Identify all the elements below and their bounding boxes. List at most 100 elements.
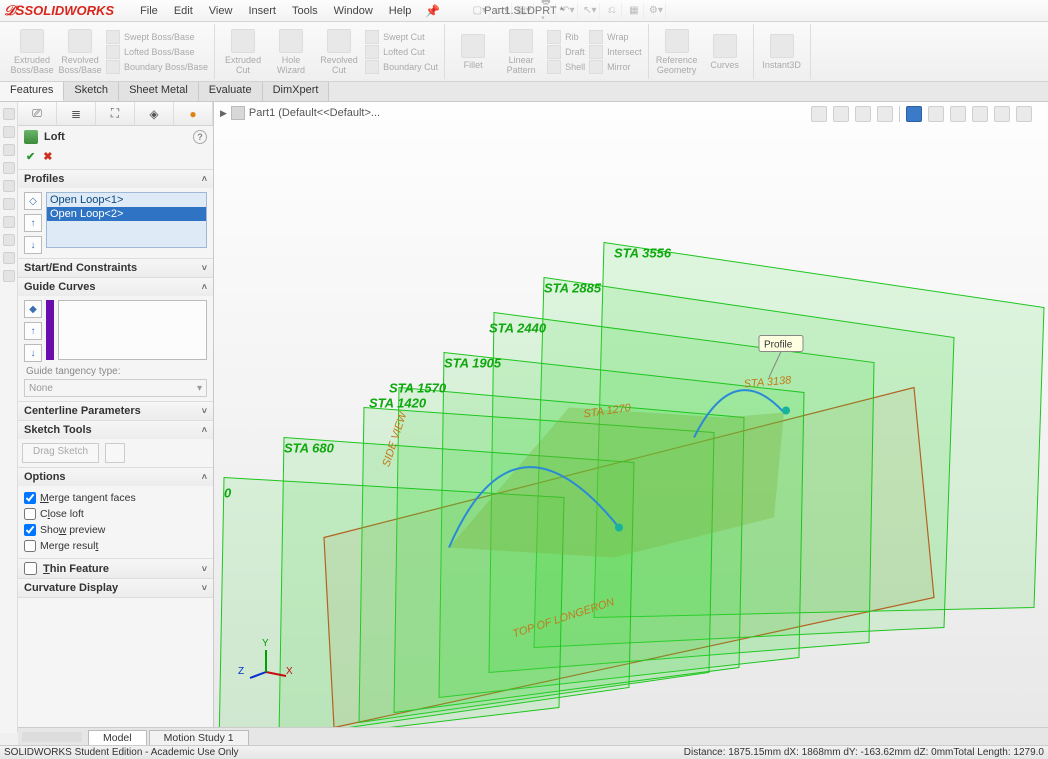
cmd-instant3d[interactable]: Instant3D <box>760 26 804 77</box>
profile-move-down-button[interactable]: ↓ <box>24 236 42 254</box>
guide-move-up-button[interactable]: ↑ <box>24 322 42 340</box>
graphics-viewport[interactable]: ▶ Part1 (Default<<Default>... <box>214 102 1048 733</box>
cancel-button[interactable]: ✖ <box>43 150 52 163</box>
guide-tangency-select[interactable]: None▾ <box>24 379 207 397</box>
cmd-boundary-boss[interactable]: Boundary Boss/Base <box>106 60 208 74</box>
options-header[interactable]: Options˄ <box>18 468 213 486</box>
cmd-lofted-boss[interactable]: Lofted Boss/Base <box>106 45 208 59</box>
qat-rebuild-icon[interactable]: ⎌ <box>602 3 622 19</box>
cmd-reference-geometry[interactable]: Reference Geometry <box>655 26 699 77</box>
rail-icon[interactable] <box>3 234 15 246</box>
profile-move-up-button[interactable]: ↑ <box>24 214 42 232</box>
loft-icon <box>24 130 38 144</box>
cmd-draft[interactable]: Draft <box>547 45 585 59</box>
cmd-mirror[interactable]: Mirror <box>589 60 642 74</box>
qat-undo-icon[interactable]: ↶▾ <box>558 3 578 19</box>
menu-insert[interactable]: Insert <box>240 3 284 19</box>
mgr-tab-config-icon[interactable]: ⛶ <box>96 102 135 125</box>
menu-help[interactable]: Help <box>381 3 420 19</box>
menu-tools[interactable]: Tools <box>284 3 326 19</box>
profile-handle[interactable] <box>782 407 790 415</box>
cmd-revolved-boss[interactable]: Revolved Boss/Base <box>58 26 102 77</box>
tab-dimxpert[interactable]: DimXpert <box>263 82 330 101</box>
opt-merge-tangent[interactable]: Merge tangent faces <box>24 490 207 506</box>
cmd-linear-pattern[interactable]: Linear Pattern <box>499 26 543 77</box>
centerline-header[interactable]: Centerline Parameters˅ <box>18 402 213 420</box>
mgr-tab-property-icon[interactable]: ≣ <box>57 102 96 125</box>
profile-item[interactable]: Open Loop<1> <box>47 193 206 207</box>
cmd-boundary-cut[interactable]: Boundary Cut <box>365 60 438 74</box>
qat-save-icon[interactable]: ▤▾ <box>514 3 534 19</box>
opt-close-loft[interactable]: Close loft <box>24 506 207 522</box>
ok-button[interactable]: ✔ <box>26 150 35 163</box>
cmd-curves[interactable]: Curves <box>703 26 747 77</box>
profiles-header[interactable]: Profiles˄ <box>18 170 213 188</box>
qat-select-icon[interactable]: ↖▾ <box>580 3 600 19</box>
cmd-intersect[interactable]: Intersect <box>589 45 642 59</box>
rail-icon[interactable] <box>3 198 15 210</box>
drag-sketch-button[interactable]: Drag Sketch <box>22 443 99 463</box>
menu-edit[interactable]: Edit <box>166 3 201 19</box>
rail-icon[interactable] <box>3 144 15 156</box>
station-label: STA 1420 <box>369 396 427 411</box>
guide-move-down-button[interactable]: ↓ <box>24 344 42 362</box>
guide-color-strip <box>46 300 54 360</box>
qat-print-icon[interactable]: 🖶▾ <box>536 3 556 19</box>
tab-sketch[interactable]: Sketch <box>64 82 119 101</box>
tab-sheet-metal[interactable]: Sheet Metal <box>119 82 199 101</box>
cmd-shell[interactable]: Shell <box>547 60 585 74</box>
rail-icon[interactable] <box>3 126 15 138</box>
opt-merge-result[interactable]: Merge result <box>24 538 207 554</box>
menu-file[interactable]: File <box>132 3 166 19</box>
cmd-swept-cut[interactable]: Swept Cut <box>365 30 438 44</box>
pin-icon[interactable]: 📌 <box>425 4 440 18</box>
opt-show-preview[interactable]: Show preview <box>24 522 207 538</box>
cmd-extruded-cut[interactable]: Extruded Cut <box>221 26 265 77</box>
rail-icon[interactable] <box>3 180 15 192</box>
cmd-revolved-cut[interactable]: Revolved Cut <box>317 26 361 77</box>
tab-features[interactable]: Features <box>0 82 64 101</box>
sketch-tools-header[interactable]: Sketch Tools˄ <box>18 421 213 439</box>
profile-handle[interactable] <box>615 524 623 532</box>
menu-window[interactable]: Window <box>326 3 381 19</box>
sketch-undo-icon[interactable] <box>105 443 125 463</box>
rail-icon[interactable] <box>3 270 15 282</box>
tab-evaluate[interactable]: Evaluate <box>199 82 263 101</box>
chevron-up-icon: ˄ <box>202 174 207 184</box>
thin-feature-header[interactable]: Thin Feature˅ <box>18 559 213 578</box>
cmd-wrap[interactable]: Wrap <box>589 30 642 44</box>
cmd-extruded-boss[interactable]: Extruded Boss/Base <box>10 26 54 77</box>
cmd-swept-boss[interactable]: Swept Boss/Base <box>106 30 208 44</box>
cmd-fillet[interactable]: Fillet <box>451 26 495 77</box>
cmd-lofted-cut[interactable]: Lofted Cut <box>365 45 438 59</box>
qat-new-icon[interactable]: ▢▾ <box>470 3 490 19</box>
animation-controls[interactable] <box>22 732 82 742</box>
start-end-header[interactable]: Start/End Constraints˅ <box>18 259 213 277</box>
rail-icon[interactable] <box>3 252 15 264</box>
qat-open-icon[interactable]: ▭▾ <box>492 3 512 19</box>
thin-feature-checkbox[interactable] <box>24 562 37 575</box>
curvature-display-header[interactable]: Curvature Display˅ <box>18 579 213 597</box>
qat-options-icon[interactable]: ⚙▾ <box>646 3 666 19</box>
cmd-hole-wizard[interactable]: Hole Wizard <box>269 26 313 77</box>
profile-item[interactable]: Open Loop<2> <box>47 207 206 221</box>
profiles-listbox[interactable]: Open Loop<1> Open Loop<2> <box>46 192 207 248</box>
menu-view[interactable]: View <box>201 3 241 19</box>
orientation-triad[interactable]: Z X Y <box>242 644 288 687</box>
mgr-tab-feature-icon[interactable]: ⎚ <box>18 102 57 125</box>
command-ribbon: Extruded Boss/Base Revolved Boss/Base Sw… <box>0 22 1048 82</box>
rail-icon[interactable] <box>3 216 15 228</box>
guide-listbox[interactable] <box>58 300 207 360</box>
mgr-tab-dim-icon[interactable]: ◈ <box>135 102 174 125</box>
guide-diamond-icon[interactable]: ◆ <box>24 300 42 318</box>
rail-icon[interactable] <box>3 162 15 174</box>
help-icon[interactable]: ? <box>193 130 207 144</box>
mgr-tab-display-icon[interactable]: ● <box>174 102 213 125</box>
qat-appearance-icon[interactable]: ▦ <box>624 3 644 19</box>
tab-motion-study[interactable]: Motion Study 1 <box>149 730 249 745</box>
tab-model[interactable]: Model <box>88 730 147 745</box>
rail-icon[interactable] <box>3 108 15 120</box>
guide-curves-header[interactable]: Guide Curves˄ <box>18 278 213 296</box>
profile-diamond-icon[interactable]: ◇ <box>24 192 42 210</box>
cmd-rib[interactable]: Rib <box>547 30 585 44</box>
